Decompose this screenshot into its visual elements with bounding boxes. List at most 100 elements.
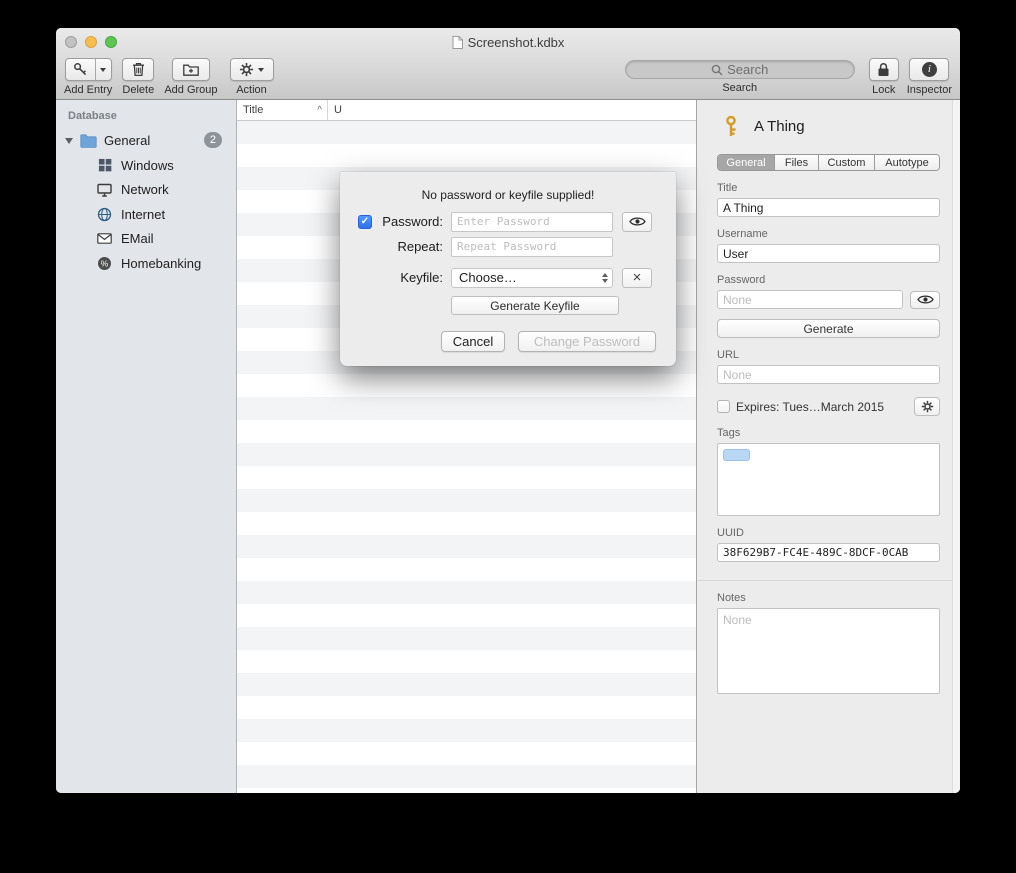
username-field-label: Username xyxy=(717,228,940,240)
window-title: Screenshot.kdbx xyxy=(452,35,565,50)
gear-icon xyxy=(921,400,934,413)
inspector-button[interactable]: i xyxy=(909,58,949,81)
windows-icon xyxy=(96,158,113,172)
sidebar-item-windows[interactable]: Windows xyxy=(56,153,236,178)
key-icon xyxy=(73,62,88,77)
title-field[interactable] xyxy=(717,198,940,217)
tab-autotype[interactable]: Autotype xyxy=(875,155,939,170)
delete-button[interactable] xyxy=(122,58,154,81)
add-entry-main-segment[interactable] xyxy=(66,59,96,80)
expires-settings-button[interactable] xyxy=(914,397,940,416)
password-dialog-input[interactable] xyxy=(451,212,613,232)
entry-title: A Thing xyxy=(754,118,805,135)
password-field[interactable] xyxy=(717,290,903,309)
search-input[interactable]: Search xyxy=(625,60,855,79)
traffic-lights xyxy=(65,36,117,48)
add-entry-label: Add Entry xyxy=(64,84,112,96)
generate-keyfile-button[interactable]: Generate Keyfile xyxy=(451,296,619,315)
tab-files[interactable]: Files xyxy=(775,155,819,170)
sidebar-item-label: Windows xyxy=(121,158,174,173)
reveal-dialog-password-button[interactable] xyxy=(622,212,652,232)
inspector-tabs: General Files Custom Autotype xyxy=(717,154,940,171)
add-group-label: Add Group xyxy=(164,84,217,96)
tab-general[interactable]: General xyxy=(718,155,775,170)
entry-list-header: Title ^ U xyxy=(237,100,696,121)
column-header-title[interactable]: Title ^ xyxy=(237,100,328,120)
sidebar-item-homebanking[interactable]: % Homebanking xyxy=(56,251,236,276)
document-icon xyxy=(452,36,463,49)
trash-icon xyxy=(132,62,145,77)
percent-coin-icon: % xyxy=(96,256,113,271)
search-item: Search Search xyxy=(625,58,855,94)
lock-button[interactable] xyxy=(869,58,899,81)
sheet-buttons: Cancel Change Password xyxy=(340,331,676,352)
uuid-label: UUID xyxy=(717,527,940,539)
eye-icon xyxy=(629,216,646,227)
inspector-divider xyxy=(697,580,960,581)
close-button[interactable] xyxy=(65,36,77,48)
entry-count-badge: 2 xyxy=(204,132,222,148)
add-entry-dropdown[interactable] xyxy=(96,59,111,80)
sidebar-item-label: Internet xyxy=(121,207,165,222)
delete-label: Delete xyxy=(122,84,154,96)
uuid-field[interactable] xyxy=(717,543,940,562)
tags-box[interactable] xyxy=(717,443,940,516)
username-field[interactable] xyxy=(717,244,940,263)
gold-key-icon xyxy=(721,115,741,138)
envelope-icon xyxy=(96,233,113,244)
cancel-button[interactable]: Cancel xyxy=(441,331,505,352)
gear-icon xyxy=(239,62,254,77)
repeat-dialog-input[interactable] xyxy=(451,237,613,257)
search-icon xyxy=(711,64,723,76)
sidebar-group-label: General xyxy=(104,133,150,148)
sidebar-item-label: EMail xyxy=(121,231,154,246)
password-checkbox-slot xyxy=(358,215,377,229)
inspector-label: Inspector xyxy=(907,84,952,96)
sidebar-item-label: Homebanking xyxy=(121,256,201,271)
keyfile-select[interactable]: Choose… xyxy=(451,268,613,288)
sidebar-item-email[interactable]: EMail xyxy=(56,227,236,252)
change-password-sheet: No password or keyfile supplied! Passwor… xyxy=(340,172,676,366)
disclosure-triangle-icon[interactable] xyxy=(65,138,73,144)
eye-icon xyxy=(917,294,934,305)
lock-label: Lock xyxy=(872,84,895,96)
url-field-label: URL xyxy=(717,349,940,361)
window-content: Database General 2 Windows Network xyxy=(56,100,960,793)
reveal-password-button[interactable] xyxy=(910,291,940,309)
sidebar-item-internet[interactable]: Internet xyxy=(56,202,236,227)
titlebar: Screenshot.kdbx xyxy=(56,28,960,56)
tab-custom[interactable]: Custom xyxy=(819,155,875,170)
password-checkbox[interactable] xyxy=(358,215,372,229)
column-username-label: U xyxy=(334,104,342,116)
delete-item: Delete xyxy=(122,58,154,96)
add-entry-button[interactable] xyxy=(65,58,112,81)
sidebar-item-network[interactable]: Network xyxy=(56,178,236,203)
add-group-button[interactable] xyxy=(172,58,210,81)
window-title-text: Screenshot.kdbx xyxy=(468,35,565,50)
chevron-down-icon xyxy=(258,68,264,72)
globe-icon xyxy=(96,207,113,222)
folder-icon xyxy=(80,134,97,148)
tags-label: Tags xyxy=(717,427,940,439)
sidebar-group-general[interactable]: General 2 xyxy=(56,128,236,153)
expires-checkbox[interactable] xyxy=(717,400,730,413)
svg-text:%: % xyxy=(101,258,109,268)
generate-password-button[interactable]: Generate xyxy=(717,319,940,338)
url-field[interactable] xyxy=(717,365,940,384)
tag-chip[interactable] xyxy=(723,449,750,461)
zoom-button[interactable] xyxy=(105,36,117,48)
keyfile-dialog-label: Keyfile: xyxy=(377,270,443,285)
sheet-message: No password or keyfile supplied! xyxy=(340,172,676,202)
sidebar-item-label: Network xyxy=(121,182,169,197)
minimize-button[interactable] xyxy=(85,36,97,48)
clear-keyfile-button[interactable] xyxy=(622,268,652,288)
repeat-dialog-row: Repeat: xyxy=(340,236,676,257)
window-chrome: Screenshot.kdbx Add Entry xyxy=(56,28,960,100)
notes-field[interactable] xyxy=(717,608,940,694)
action-button[interactable] xyxy=(230,58,274,81)
lock-item: Lock xyxy=(869,58,899,96)
change-password-button[interactable]: Change Password xyxy=(518,331,656,352)
search-placeholder-text: Search xyxy=(727,62,768,77)
inspector-scrollbar[interactable] xyxy=(952,100,960,793)
column-header-username[interactable]: U xyxy=(328,100,696,120)
